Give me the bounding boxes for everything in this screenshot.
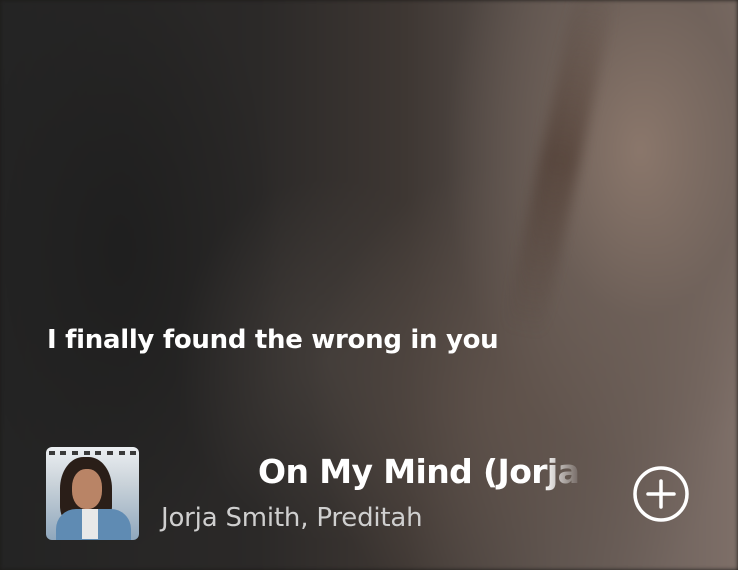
- lyric-line: I finally found the wrong in you: [47, 325, 499, 355]
- cover-art-face: [72, 469, 102, 509]
- cover-art-shirt: [82, 509, 98, 539]
- plus-circle-icon: [633, 466, 689, 522]
- cover-text-band: [46, 449, 139, 456]
- track-title-marquee[interactable]: On My Mind (Jorja Smith X Preditah): [258, 452, 583, 496]
- album-cover[interactable]: [46, 447, 139, 540]
- track-artists[interactable]: Jorja Smith, Preditah: [161, 503, 423, 533]
- add-to-library-button[interactable]: [632, 465, 690, 523]
- track-title: On My Mind (Jorja Smith X Preditah): [258, 452, 583, 491]
